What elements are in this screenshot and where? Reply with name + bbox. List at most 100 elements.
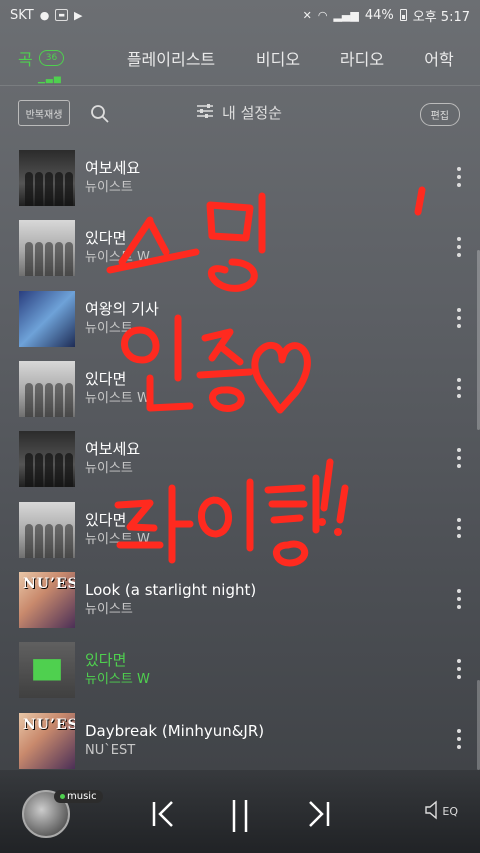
song-row[interactable]: NU’EST Daybreak (Minhyun&JR) NU`EST bbox=[0, 705, 480, 775]
now-playing-icon: ▐█▌ bbox=[19, 642, 75, 699]
album-figure bbox=[65, 172, 73, 207]
song-title: Daybreak (Minhyun&JR) bbox=[85, 721, 265, 740]
more-options-icon[interactable] bbox=[456, 307, 462, 328]
music-badge: music bbox=[54, 790, 103, 803]
album-figure bbox=[35, 523, 43, 558]
dot bbox=[457, 183, 461, 187]
song-artist: NU`EST bbox=[85, 742, 136, 758]
album-figure bbox=[35, 453, 43, 488]
dot bbox=[457, 175, 461, 179]
song-row[interactable]: NU’EST Look (a starlight night) 뉴이스트 bbox=[0, 565, 480, 635]
dot bbox=[457, 323, 461, 328]
previous-icon[interactable] bbox=[148, 798, 178, 834]
dot bbox=[457, 604, 461, 609]
youtube-icon: ▶ bbox=[73, 8, 83, 22]
song-list: 여보세요 뉴이스트 있다면 뉴이스트 W 여왕의 기사 뉴이스트 있다면 뉴이스트 W 여보세요… bbox=[0, 143, 480, 776]
album-figure bbox=[45, 383, 53, 418]
pause-icon[interactable] bbox=[226, 798, 254, 838]
tab-songs[interactable]: 곡 36 ▁▃▅ bbox=[18, 46, 106, 84]
album-figure bbox=[55, 242, 63, 277]
song-row[interactable]: 있다면 뉴이스트 W bbox=[0, 213, 480, 283]
dot bbox=[457, 596, 461, 601]
song-row[interactable]: ▐█▌ 있다면 뉴이스트 W bbox=[0, 635, 480, 705]
song-artist: 뉴이스트 bbox=[85, 180, 133, 196]
album-art bbox=[19, 220, 75, 277]
status-right: ✕ ◠ ▂▄▆ 44% 오후 5:17 bbox=[303, 6, 470, 25]
song-meta: 여왕의 기사뉴이스트 bbox=[85, 299, 480, 339]
song-meta: 있다면 뉴이스트 W bbox=[85, 510, 480, 550]
sort-selector[interactable]: 내 설정순 bbox=[196, 102, 282, 123]
song-count-badge: 36 bbox=[38, 49, 65, 66]
dot bbox=[457, 526, 461, 531]
song-row[interactable]: 있다면 뉴이스트 W bbox=[0, 354, 480, 424]
sort-label: 내 설정순 bbox=[222, 104, 282, 122]
album-figure bbox=[65, 523, 73, 558]
tab-video[interactable]: 비디오 bbox=[236, 46, 320, 70]
more-options-icon[interactable] bbox=[456, 167, 462, 187]
next-icon[interactable] bbox=[304, 798, 334, 834]
song-meta: Daybreak (Minhyun&JR) NU`EST bbox=[85, 721, 480, 761]
tab-playlist[interactable]: 플레이리스트 bbox=[106, 46, 236, 70]
album-figure bbox=[25, 242, 33, 277]
dot bbox=[457, 167, 461, 171]
more-options-icon[interactable] bbox=[456, 659, 462, 680]
album-art bbox=[19, 150, 75, 207]
song-row[interactable]: 여왕의 기사뉴이스트 bbox=[0, 284, 480, 354]
song-artist: 뉴이스트 W bbox=[85, 391, 150, 407]
dot bbox=[457, 534, 461, 539]
album-art bbox=[19, 501, 75, 558]
tabs-divider bbox=[0, 85, 480, 86]
battery-percent: 44% bbox=[364, 7, 394, 23]
album-art bbox=[19, 431, 75, 488]
song-row[interactable]: 있다면 뉴이스트 W bbox=[0, 494, 480, 564]
album-logo: NU’EST bbox=[23, 716, 75, 733]
dot bbox=[457, 659, 461, 664]
song-row[interactable]: 여보세요뉴이스트 bbox=[0, 143, 480, 213]
song-meta: 있다면 뉴이스트 W bbox=[85, 228, 480, 268]
song-meta: 여보세요뉴이스트 bbox=[85, 158, 480, 198]
song-title: 여왕의 기사 bbox=[85, 299, 159, 318]
song-title: 여보세요 bbox=[85, 159, 141, 178]
dot bbox=[457, 729, 461, 734]
dot bbox=[457, 253, 461, 258]
sync-icon: ● bbox=[39, 8, 50, 22]
dot bbox=[457, 464, 461, 469]
search-icon[interactable] bbox=[88, 102, 112, 126]
album-figure bbox=[65, 242, 73, 277]
song-artist: 뉴이스트 bbox=[85, 320, 133, 336]
more-options-icon[interactable] bbox=[456, 729, 462, 750]
tab-radio[interactable]: 라디오 bbox=[320, 46, 404, 70]
more-options-icon[interactable] bbox=[456, 588, 462, 609]
more-options-icon[interactable] bbox=[456, 377, 462, 398]
notification-icon: ▬ bbox=[55, 9, 68, 21]
song-artist: 뉴이스트 W bbox=[85, 672, 150, 688]
list-toolbar: 반복재생 내 설정순 편집 bbox=[0, 96, 480, 132]
status-left: SKT ● ▬ ▶ bbox=[10, 8, 82, 23]
album-figure bbox=[35, 383, 43, 418]
song-meta: 여보세요 뉴이스트 bbox=[85, 439, 480, 479]
album-logo: NU’EST bbox=[23, 575, 75, 592]
dot bbox=[457, 667, 461, 672]
album-figure bbox=[65, 383, 73, 418]
album-figure bbox=[55, 523, 63, 558]
eq-label: EQ bbox=[442, 805, 458, 818]
album-figure bbox=[25, 453, 33, 488]
more-options-icon[interactable] bbox=[456, 518, 462, 539]
more-options-icon[interactable] bbox=[456, 448, 462, 469]
song-artist: 뉴이스트 bbox=[85, 601, 133, 617]
tab-language[interactable]: 어학 bbox=[404, 46, 474, 70]
more-options-icon[interactable] bbox=[456, 237, 462, 258]
speaker-icon bbox=[424, 800, 440, 823]
eq-button[interactable]: EQ bbox=[424, 800, 458, 823]
clock: 오후 5:17 bbox=[412, 9, 470, 25]
carrier-label: SKT bbox=[10, 7, 34, 23]
dot bbox=[457, 745, 461, 750]
album-figure bbox=[35, 172, 43, 207]
tab-songs-label: 곡 bbox=[18, 49, 33, 69]
repeat-button[interactable]: 반복재생 bbox=[18, 100, 70, 126]
song-artist: 뉴이스트 W bbox=[85, 250, 150, 266]
song-row[interactable]: 여보세요 뉴이스트 bbox=[0, 424, 480, 494]
song-title: 있다면 bbox=[85, 510, 127, 529]
category-tabs: 곡 36 ▁▃▅ 플레이리스트 비디오 라디오 어학 bbox=[0, 30, 480, 85]
edit-button[interactable]: 편집 bbox=[419, 103, 460, 126]
